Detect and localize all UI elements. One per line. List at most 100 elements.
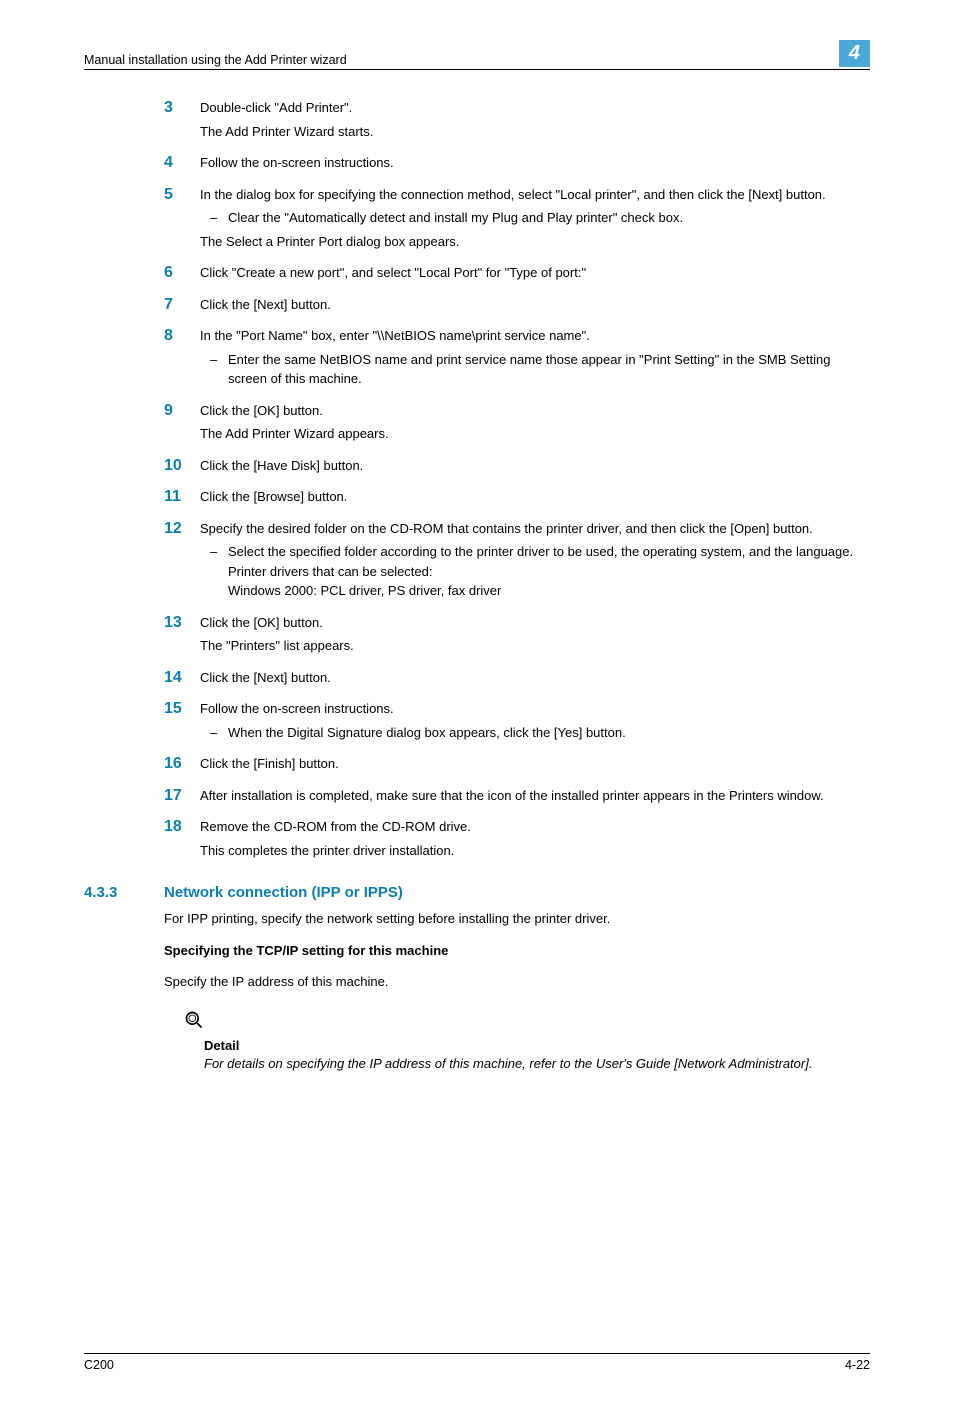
sub-text-line: Printer drivers that can be selected: bbox=[228, 564, 433, 579]
step-body: Double-click "Add Printer". The Add Prin… bbox=[200, 98, 870, 145]
section-heading: 4.3.3 Network connection (IPP or IPPS) bbox=[84, 884, 870, 901]
step-text: Click the [Browse] button. bbox=[200, 487, 870, 507]
step-number: 16 bbox=[164, 754, 200, 775]
dash-icon: – bbox=[210, 208, 228, 228]
step-body: Click the [OK] button. The "Printers" li… bbox=[200, 613, 870, 660]
step-item: 11 Click the [Browse] button. bbox=[164, 487, 870, 511]
sub-text-line: Select the specified folder according to… bbox=[228, 544, 853, 559]
step-number: 10 bbox=[164, 456, 200, 477]
step-number: 12 bbox=[164, 519, 200, 540]
step-body: After installation is completed, make su… bbox=[200, 786, 870, 810]
dash-icon: – bbox=[210, 350, 228, 370]
section-intro: For IPP printing, specify the network se… bbox=[164, 909, 870, 929]
step-text: After installation is completed, make su… bbox=[200, 786, 870, 806]
step-number: 17 bbox=[164, 786, 200, 807]
sub-item: – When the Digital Signature dialog box … bbox=[210, 723, 870, 743]
step-item: 15 Follow the on-screen instructions. – … bbox=[164, 699, 870, 746]
step-text: Double-click "Add Printer". bbox=[200, 98, 870, 118]
step-number: 15 bbox=[164, 699, 200, 720]
step-number: 7 bbox=[164, 295, 200, 316]
detail-icon-row bbox=[184, 1010, 870, 1033]
step-item: 4 Follow the on-screen instructions. bbox=[164, 153, 870, 177]
step-number: 5 bbox=[164, 185, 200, 206]
footer-left: C200 bbox=[84, 1358, 114, 1372]
step-item: 9 Click the [OK] button. The Add Printer… bbox=[164, 401, 870, 448]
step-item: 7 Click the [Next] button. bbox=[164, 295, 870, 319]
step-text: In the "Port Name" box, enter "\\NetBIOS… bbox=[200, 326, 870, 346]
section-title: Network connection (IPP or IPPS) bbox=[164, 884, 403, 901]
dash-icon: – bbox=[210, 723, 228, 743]
sub-item: – Enter the same NetBIOS name and print … bbox=[210, 350, 870, 389]
step-text: Click the [OK] button. bbox=[200, 613, 870, 633]
step-item: 8 In the "Port Name" box, enter "\\NetBI… bbox=[164, 326, 870, 393]
detail-label: Detail bbox=[204, 1037, 870, 1055]
step-body: Click the [Next] button. bbox=[200, 295, 870, 319]
step-text: The Add Printer Wizard appears. bbox=[200, 424, 870, 444]
detail-block: Detail For details on specifying the IP … bbox=[204, 1037, 870, 1073]
step-item: 10 Click the [Have Disk] button. bbox=[164, 456, 870, 480]
header-title: Manual installation using the Add Printe… bbox=[84, 53, 347, 67]
step-text: Click the [Next] button. bbox=[200, 668, 870, 688]
steps-list: 3 Double-click "Add Printer". The Add Pr… bbox=[164, 98, 870, 864]
step-body: Remove the CD-ROM from the CD-ROM drive.… bbox=[200, 817, 870, 864]
step-number: 8 bbox=[164, 326, 200, 347]
page-header: Manual installation using the Add Printe… bbox=[84, 40, 870, 70]
step-body: Specify the desired folder on the CD-ROM… bbox=[200, 519, 870, 605]
sub-item: – Clear the "Automatically detect and in… bbox=[210, 208, 870, 228]
step-text: Click the [OK] button. bbox=[200, 401, 870, 421]
step-number: 18 bbox=[164, 817, 200, 838]
step-number: 13 bbox=[164, 613, 200, 634]
section-subheading: Specifying the TCP/IP setting for this m… bbox=[164, 941, 870, 961]
step-body: Follow the on-screen instructions. bbox=[200, 153, 870, 177]
step-item: 3 Double-click "Add Printer". The Add Pr… bbox=[164, 98, 870, 145]
step-item: 17 After installation is completed, make… bbox=[164, 786, 870, 810]
magnifier-icon bbox=[184, 1010, 204, 1030]
detail-text: For details on specifying the IP address… bbox=[204, 1055, 870, 1073]
step-number: 6 bbox=[164, 263, 200, 284]
step-body: Click the [OK] button. The Add Printer W… bbox=[200, 401, 870, 448]
sub-item: – Select the specified folder according … bbox=[210, 542, 870, 601]
sub-text: Clear the "Automatically detect and inst… bbox=[228, 208, 870, 228]
page-footer: C200 4-22 bbox=[84, 1353, 870, 1372]
step-number: 3 bbox=[164, 98, 200, 119]
step-item: 5 In the dialog box for specifying the c… bbox=[164, 185, 870, 256]
step-text: This completes the printer driver instal… bbox=[200, 841, 870, 861]
step-text: Click the [Have Disk] button. bbox=[200, 456, 870, 476]
step-text: In the dialog box for specifying the con… bbox=[200, 185, 870, 205]
step-body: Click "Create a new port", and select "L… bbox=[200, 263, 870, 287]
step-item: 16 Click the [Finish] button. bbox=[164, 754, 870, 778]
step-text: Click the [Next] button. bbox=[200, 295, 870, 315]
step-number: 4 bbox=[164, 153, 200, 174]
step-text: The Select a Printer Port dialog box app… bbox=[200, 232, 870, 252]
sub-text: Enter the same NetBIOS name and print se… bbox=[228, 350, 870, 389]
step-text: Click the [Finish] button. bbox=[200, 754, 870, 774]
sub-text: When the Digital Signature dialog box ap… bbox=[228, 723, 870, 743]
step-body: Click the [Next] button. bbox=[200, 668, 870, 692]
step-number: 9 bbox=[164, 401, 200, 422]
footer-right: 4-22 bbox=[845, 1358, 870, 1372]
step-body: In the "Port Name" box, enter "\\NetBIOS… bbox=[200, 326, 870, 393]
step-item: 12 Specify the desired folder on the CD-… bbox=[164, 519, 870, 605]
step-body: Follow the on-screen instructions. – Whe… bbox=[200, 699, 870, 746]
step-body: In the dialog box for specifying the con… bbox=[200, 185, 870, 256]
step-body: Click the [Have Disk] button. bbox=[200, 456, 870, 480]
sub-text: Select the specified folder according to… bbox=[228, 542, 870, 601]
step-item: 6 Click "Create a new port", and select … bbox=[164, 263, 870, 287]
step-text: Specify the desired folder on the CD-ROM… bbox=[200, 519, 870, 539]
section-number: 4.3.3 bbox=[84, 884, 164, 901]
chapter-number-box: 4 bbox=[839, 40, 870, 67]
step-text: Remove the CD-ROM from the CD-ROM drive. bbox=[200, 817, 870, 837]
page: Manual installation using the Add Printe… bbox=[0, 0, 954, 1412]
step-body: Click the [Finish] button. bbox=[200, 754, 870, 778]
step-text: Follow the on-screen instructions. bbox=[200, 153, 870, 173]
step-text: The Add Printer Wizard starts. bbox=[200, 122, 870, 142]
step-item: 18 Remove the CD-ROM from the CD-ROM dri… bbox=[164, 817, 870, 864]
step-item: 13 Click the [OK] button. The "Printers"… bbox=[164, 613, 870, 660]
section-body: For IPP printing, specify the network se… bbox=[164, 909, 870, 992]
step-number: 11 bbox=[164, 487, 200, 508]
step-text: The "Printers" list appears. bbox=[200, 636, 870, 656]
step-text: Click "Create a new port", and select "L… bbox=[200, 263, 870, 283]
step-number: 14 bbox=[164, 668, 200, 689]
step-item: 14 Click the [Next] button. bbox=[164, 668, 870, 692]
sub-text-line: Windows 2000: PCL driver, PS driver, fax… bbox=[228, 583, 501, 598]
